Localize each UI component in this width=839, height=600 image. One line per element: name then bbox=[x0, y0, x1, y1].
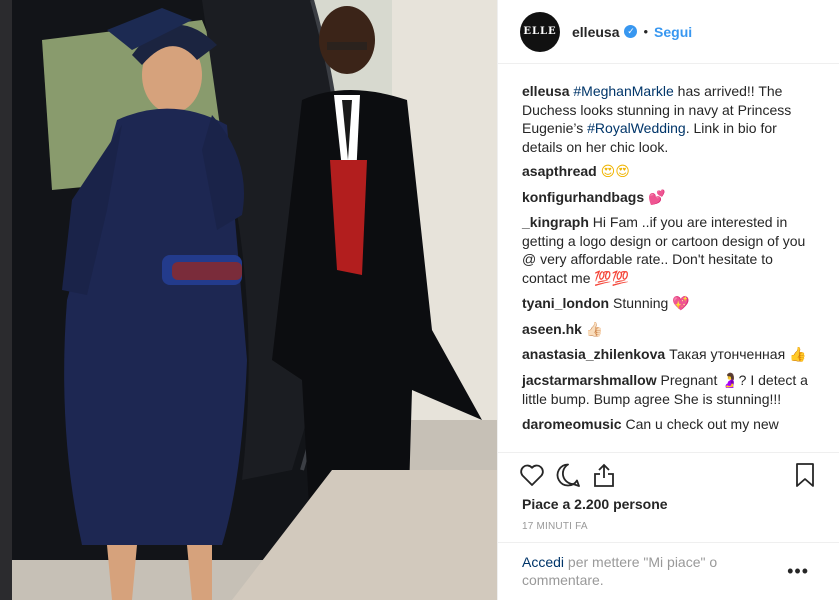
comment-item: tyani_london Stunning 💖 bbox=[522, 294, 815, 314]
comment-username[interactable]: aseen.hk bbox=[522, 321, 582, 337]
more-options-icon[interactable]: ••• bbox=[787, 561, 809, 582]
post-header: ELLE elleusa ✓ • Segui bbox=[498, 0, 839, 64]
comment-username[interactable]: elleusa bbox=[522, 83, 569, 99]
comments-list[interactable]: elleusa #MeghanMarkle has arrived!! The … bbox=[498, 64, 839, 452]
follow-button[interactable]: Segui bbox=[654, 24, 692, 40]
emoji-two-hearts-icon: 💕 bbox=[648, 189, 666, 206]
emoji-thumbs-up-icon: 👍🏻 bbox=[585, 321, 604, 338]
post-photo[interactable] bbox=[12, 0, 497, 600]
login-link[interactable]: Accedi bbox=[522, 554, 564, 570]
login-prompt: Accedi per mettere "Mi piace" o commenta… bbox=[498, 542, 839, 600]
emoji-pregnant-icon: 🤰 bbox=[721, 372, 739, 389]
post-timestamp: 17 MINUTI FA bbox=[522, 521, 588, 532]
emoji-sparkling-heart-icon: 💖 bbox=[672, 296, 690, 312]
comment-username[interactable]: asapthread bbox=[522, 163, 597, 179]
bookmark-icon bbox=[796, 462, 814, 487]
comment-username[interactable]: jacstarmarshmallow bbox=[522, 372, 657, 388]
emoji-heart-eyes-icon: 😍😍 bbox=[600, 164, 630, 180]
profile-avatar[interactable]: ELLE bbox=[520, 11, 560, 52]
comment-item: anastasia_zhilenkova Такая утонченная 👍 bbox=[522, 345, 815, 365]
separator-dot: • bbox=[643, 24, 649, 39]
background-strip bbox=[0, 0, 12, 600]
hashtag-link[interactable]: #MeghanMarkle bbox=[573, 83, 673, 99]
comment-text: Can u check out my new bbox=[625, 415, 779, 432]
emoji-hundred-icon: 💯💯 bbox=[594, 270, 630, 287]
comment-username[interactable]: _kingraph bbox=[522, 214, 589, 230]
heart-icon bbox=[520, 464, 544, 486]
comment-item: jacstarmarshmallow Pregnant 🤰? I detect … bbox=[522, 371, 815, 409]
comment-username[interactable]: daromeomusic bbox=[522, 416, 622, 432]
profile-username[interactable]: elleusa bbox=[572, 24, 619, 40]
save-button[interactable] bbox=[787, 457, 823, 493]
comment-text: Stunning bbox=[613, 295, 673, 311]
comment-bubble-icon bbox=[556, 463, 580, 487]
comment-text: Pregnant bbox=[660, 371, 722, 388]
comment-username[interactable]: konfigurhandbags bbox=[522, 189, 644, 205]
emoji-thumbs-up-icon: 👍 bbox=[789, 347, 807, 363]
likes-count[interactable]: Piace a 2.200 persone bbox=[522, 496, 668, 512]
caption: elleusa #MeghanMarkle has arrived!! The … bbox=[522, 82, 815, 156]
comment-item: daromeomusic Can u check out my new bbox=[522, 415, 815, 434]
comment-username[interactable]: anastasia_zhilenkova bbox=[522, 346, 665, 362]
comment-item: asapthread 😍😍 bbox=[522, 162, 815, 182]
share-icon bbox=[594, 463, 614, 487]
login-prompt-text: Accedi per mettere "Mi piace" o commenta… bbox=[522, 553, 762, 589]
post-side-panel: ELLE elleusa ✓ • Segui elleusa #MeghanMa… bbox=[497, 0, 839, 600]
like-button[interactable] bbox=[514, 457, 550, 493]
comment-username[interactable]: tyani_london bbox=[522, 295, 609, 311]
comment-item: _kingraph Hi Fam ..if you are interested… bbox=[522, 213, 815, 288]
post-actions-bar bbox=[498, 452, 839, 496]
verified-badge-icon: ✓ bbox=[624, 25, 638, 38]
hashtag-link[interactable]: #RoyalWedding bbox=[587, 120, 686, 136]
comment-button[interactable] bbox=[550, 457, 586, 493]
comment-item: aseen.hk 👍🏻 bbox=[522, 320, 815, 340]
share-button[interactable] bbox=[586, 457, 622, 493]
comment-item: konfigurhandbags 💕 bbox=[522, 188, 815, 208]
comment-text: Такая утонченная bbox=[669, 346, 790, 362]
